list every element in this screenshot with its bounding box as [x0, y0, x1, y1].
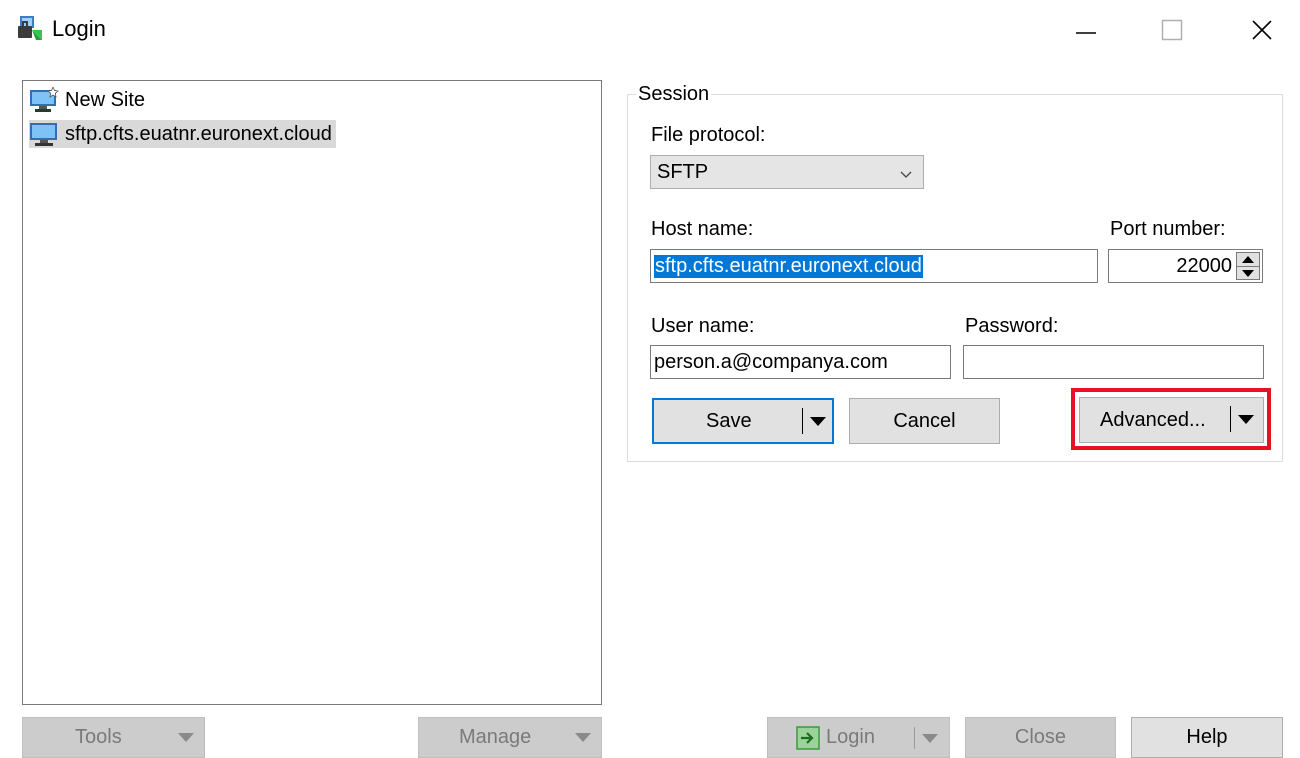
advanced-button-label: Advanced...	[1100, 408, 1206, 431]
site-tree-item-new-site[interactable]: New Site	[29, 85, 146, 114]
minimize-button[interactable]	[1056, 0, 1116, 60]
file-protocol-select[interactable]: SFTP	[650, 155, 924, 189]
port-spinner[interactable]	[1236, 252, 1260, 280]
login-icon	[796, 725, 820, 750]
maximize-button[interactable]	[1142, 0, 1202, 60]
login-button[interactable]: Login	[767, 717, 950, 758]
site-tree[interactable]: New Site sftp.cfts.euatnr.euronext.cloud	[22, 80, 602, 705]
help-button[interactable]: Help	[1131, 717, 1283, 758]
user-name-input[interactable]: person.a@companya.com	[650, 345, 951, 379]
close-window-button[interactable]	[1232, 0, 1292, 60]
site-tree-item-euronext[interactable]: sftp.cfts.euatnr.euronext.cloud	[29, 120, 336, 148]
file-protocol-label: File protocol:	[651, 124, 766, 146]
winscp-login-icon	[16, 14, 44, 42]
close-button[interactable]: Close	[965, 717, 1116, 758]
title-bar: Login	[0, 0, 1300, 60]
password-input[interactable]	[963, 345, 1264, 379]
new-site-icon	[29, 85, 59, 113]
advanced-dropdown-arrow-icon[interactable]	[1238, 415, 1254, 424]
site-tree-item-label: New Site	[65, 88, 146, 111]
cancel-button-label: Cancel	[893, 409, 956, 432]
port-number-value: 22000	[1176, 254, 1232, 277]
computer-icon	[29, 121, 59, 147]
close-button-label: Close	[1014, 726, 1067, 748]
tools-button[interactable]: Tools	[22, 717, 205, 758]
login-dropdown-arrow-icon	[922, 734, 938, 743]
cancel-button[interactable]: Cancel	[849, 398, 1000, 444]
user-name-label: User name:	[651, 315, 755, 337]
manage-dropdown-arrow-icon	[575, 733, 591, 742]
file-protocol-value: SFTP	[657, 160, 709, 183]
save-dropdown-arrow-icon[interactable]	[810, 417, 826, 426]
tools-dropdown-arrow-icon	[178, 733, 194, 742]
save-button[interactable]: Save	[652, 398, 834, 444]
advanced-button[interactable]: Advanced...	[1079, 397, 1264, 443]
host-name-label: Host name:	[651, 218, 754, 240]
manage-button[interactable]: Manage	[418, 717, 602, 758]
save-button-label: Save	[706, 409, 752, 432]
help-button-label: Help	[1186, 726, 1228, 748]
session-group-label: Session	[636, 83, 712, 106]
maximize-icon	[1161, 19, 1183, 41]
window-title: Login	[52, 16, 106, 41]
password-label: Password:	[965, 315, 1059, 337]
spin-down-icon[interactable]	[1242, 270, 1254, 277]
minimize-icon	[1076, 32, 1096, 34]
port-number-label: Port number:	[1110, 218, 1226, 240]
user-name-value: person.a@companya.com	[654, 350, 888, 373]
host-name-input[interactable]: sftp.cfts.euatnr.euronext.cloud	[650, 249, 1098, 283]
chevron-down-icon	[899, 165, 913, 188]
spin-up-icon[interactable]	[1242, 256, 1254, 263]
site-tree-item-label: sftp.cfts.euatnr.euronext.cloud	[65, 122, 332, 145]
host-name-value: sftp.cfts.euatnr.euronext.cloud	[654, 254, 923, 278]
close-icon	[1252, 20, 1272, 40]
tools-button-label: Tools	[75, 726, 122, 748]
manage-button-label: Manage	[459, 726, 532, 748]
login-button-label: Login	[826, 726, 875, 748]
